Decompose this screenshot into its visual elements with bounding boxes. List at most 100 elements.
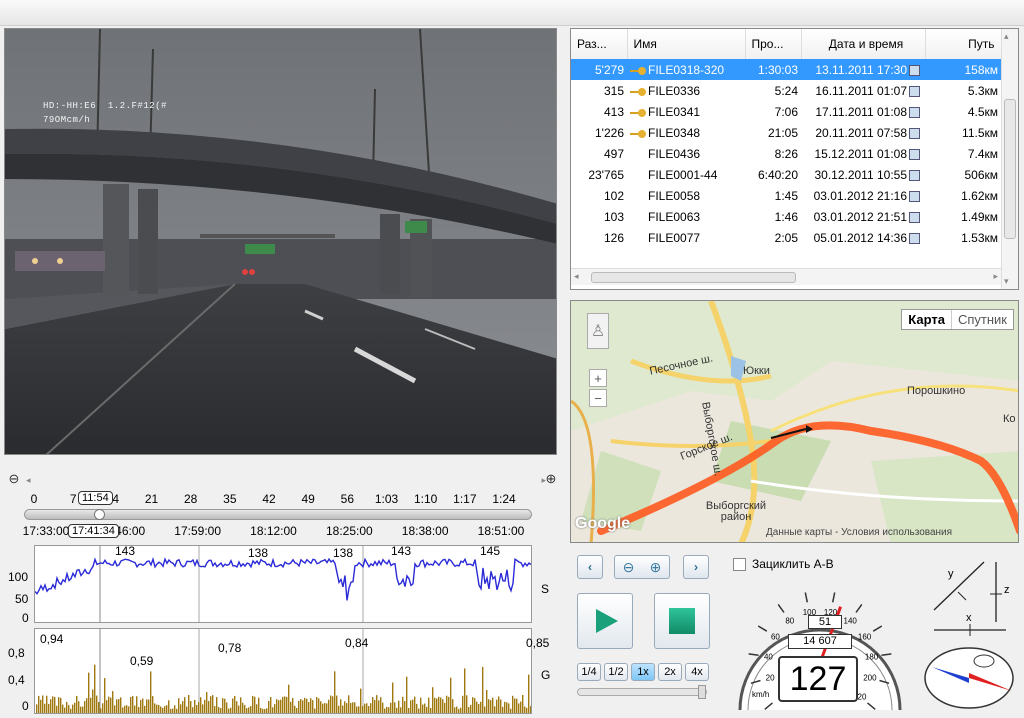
cell-datetime-text: 13.11.2011 17:30 <box>815 62 907 77</box>
timeline-bottom-tick-label: 17:33:00 <box>22 524 70 538</box>
table-row[interactable]: 413 FILE0341 7:06 17.11.2011 01:08 4.5км <box>571 101 1001 122</box>
table-row[interactable]: 5'279 FILE0318-320 1:30:03 13.11.2011 17:30… <box>571 59 1001 80</box>
video-osd-overlay: HD:-HH:E6 1.2.F#12(# 79OMcm/h <box>43 99 167 127</box>
speed-graph[interactable] <box>34 545 532 623</box>
scroll-up-arrow-icon[interactable]: ▴ <box>1004 31 1009 42</box>
speed-button-1-4[interactable]: 1/4 <box>577 663 601 681</box>
lock-placeholder <box>630 212 646 222</box>
map-view[interactable]: ♙ + − Карта Спутник Песочное ш. Юкки Пор… <box>570 300 1019 543</box>
table-row[interactable]: 23'765 FILE0001-44 6:40:20 30.12.2011 10:55… <box>571 164 1001 185</box>
vscroll-thumb[interactable] <box>1004 99 1016 239</box>
file-table-vscroll[interactable]: ▴ ▾ <box>1001 29 1018 289</box>
cell-name: FILE0436 <box>627 143 745 164</box>
gsensor-x-label: x <box>966 612 972 624</box>
cell-size: 103 <box>603 209 624 224</box>
column-header-name[interactable]: Имя <box>627 29 746 59</box>
hscroll-right-arrow-icon[interactable]: ▸ <box>993 271 998 282</box>
hscroll-left-arrow-icon[interactable]: ◂ <box>574 271 579 282</box>
map-zoom-out-button[interactable]: − <box>589 389 607 407</box>
loop-ab-option[interactable]: Зациклить A-B <box>733 557 834 571</box>
lock-placeholder <box>630 149 646 159</box>
map-track-icon[interactable] <box>909 232 920 244</box>
table-row[interactable]: 102 FILE0058 1:45 03.01.2012 21:16 1.62км <box>571 185 1001 206</box>
cell-size: 5'279 <box>571 59 627 80</box>
map-track-icon[interactable] <box>909 64 920 76</box>
cell-size: 23'765 <box>588 167 624 182</box>
speed-button-2x[interactable]: 2x <box>658 663 682 681</box>
column-header-datetime[interactable]: Дата и время <box>801 29 926 59</box>
map-type-satellite-button[interactable]: Спутник <box>952 310 1013 329</box>
speed-axis-50: 50 <box>15 592 29 606</box>
map-track-icon[interactable] <box>909 211 920 223</box>
speed-button-4x[interactable]: 4x <box>685 663 709 681</box>
timeline-zoom-in-icon[interactable]: ⊕ <box>543 471 559 487</box>
column-header-distance[interactable]: Путь <box>925 29 1002 59</box>
video-player[interactable]: HD:-HH:E6 1.2.F#12(# 79OMcm/h <box>4 28 557 455</box>
compass-icon <box>924 647 1014 709</box>
map-track-icon[interactable] <box>909 85 920 97</box>
pegman-icon[interactable]: ♙ <box>587 313 609 349</box>
map-type-map-button[interactable]: Карта <box>902 310 952 329</box>
cell-duration: 1:46 <box>774 209 798 224</box>
timeline-ruler[interactable]: 07142128354249561:031:101:171:24 11:54 1… <box>22 490 544 540</box>
file-list-table[interactable]: Раз... Имя Про... Дата и время Путь 5'27… <box>570 28 1019 290</box>
odometer: 14 607 <box>788 634 852 649</box>
table-row[interactable]: 126 FILE0077 2:05 05.01.2012 14:36 1.53км <box>571 227 1001 248</box>
prev-button[interactable]: ‹ <box>577 555 603 579</box>
g-peak-5: 0,85 <box>526 636 550 650</box>
timeline-zoom-out-icon[interactable]: ⊖ <box>6 471 22 487</box>
volume-slider-thumb[interactable] <box>698 685 706 699</box>
g-bars <box>36 664 532 713</box>
map-tiles <box>571 301 1018 542</box>
zoom-buttons: ⊖ ⊕ <box>614 555 670 579</box>
map-footer-terms-link[interactable]: Условия использования <box>841 527 952 538</box>
hscroll-thumb[interactable] <box>591 272 796 283</box>
g-peak-2: 0,59 <box>130 654 154 668</box>
zoom-in-icon[interactable]: ⊕ <box>650 559 662 576</box>
playback-speed-group: 1/4 1/2 1x 2x 4x <box>577 663 709 681</box>
timeline-thumb[interactable] <box>94 509 105 520</box>
loop-ab-checkbox[interactable] <box>733 557 746 571</box>
column-header-duration[interactable]: Про... <box>745 29 802 59</box>
stop-button[interactable] <box>654 593 710 649</box>
map-track-icon[interactable] <box>909 169 920 181</box>
map-track-icon[interactable] <box>909 106 920 118</box>
table-row[interactable]: 315 FILE0336 5:24 16.11.2011 01:07 5.3км <box>571 80 1001 101</box>
file-table-hscroll[interactable]: ◂ ▸ <box>571 268 1001 285</box>
map-track-icon[interactable] <box>909 190 920 202</box>
timeline-top-tick-label: 7 <box>69 492 77 506</box>
cell-name: FILE0063 <box>627 206 745 227</box>
table-row[interactable]: 1'226 FILE0348 21:05 20.11.2011 07:58 11.5км <box>571 122 1001 143</box>
cell-distance: 1.62км <box>961 188 998 203</box>
timeline-top-tick-label: 35 <box>223 492 237 506</box>
scroll-down-arrow-icon[interactable]: ▾ <box>1004 276 1009 287</box>
cell-datetime: 20.11.2011 07:58 <box>801 122 925 143</box>
cell-size: 1'226 <box>595 125 624 140</box>
timeline-position-top: 11:54 <box>78 491 113 505</box>
g-force-graph[interactable] <box>34 628 532 714</box>
map-zoom-in-button[interactable]: + <box>589 369 607 387</box>
map-footer-data-link[interactable]: Данные карты <box>766 527 832 538</box>
table-row[interactable]: 103 FILE0063 1:46 03.01.2012 21:51 1.49км <box>571 206 1001 227</box>
column-header-size[interactable]: Раз... <box>571 29 628 59</box>
cell-datetime-text: 05.01.2012 14:36 <box>813 230 907 245</box>
play-button[interactable] <box>577 593 633 649</box>
osd-line-2: 79OMcm/h <box>43 115 91 125</box>
speed-button-1x[interactable]: 1x <box>631 663 655 681</box>
cell-distance: 4.5км <box>967 104 998 119</box>
timeline-hscroll[interactable]: ◂ ▸ <box>26 475 546 486</box>
cell-datetime-text: 30.12.2011 10:55 <box>814 167 907 182</box>
zoom-out-icon[interactable]: ⊖ <box>623 559 635 576</box>
map-type-toggle: Карта Спутник <box>901 309 1014 330</box>
scroll-left-arrow-icon[interactable]: ◂ <box>26 475 31 486</box>
map-track-icon[interactable] <box>909 148 920 160</box>
table-row[interactable]: 497 FILE0436 8:26 15.12.2011 01:08 7.4км <box>571 143 1001 164</box>
cell-duration: 1:30:03 <box>745 59 801 80</box>
volume-slider[interactable] <box>577 685 707 699</box>
map-track-icon[interactable] <box>909 127 920 139</box>
speed-line <box>34 556 532 601</box>
speed-button-1-2[interactable]: 1/2 <box>604 663 628 681</box>
next-button[interactable]: › <box>683 555 709 579</box>
cell-name-text: FILE0341 <box>648 104 701 119</box>
map-label-town-2: Порошкино <box>907 385 966 397</box>
